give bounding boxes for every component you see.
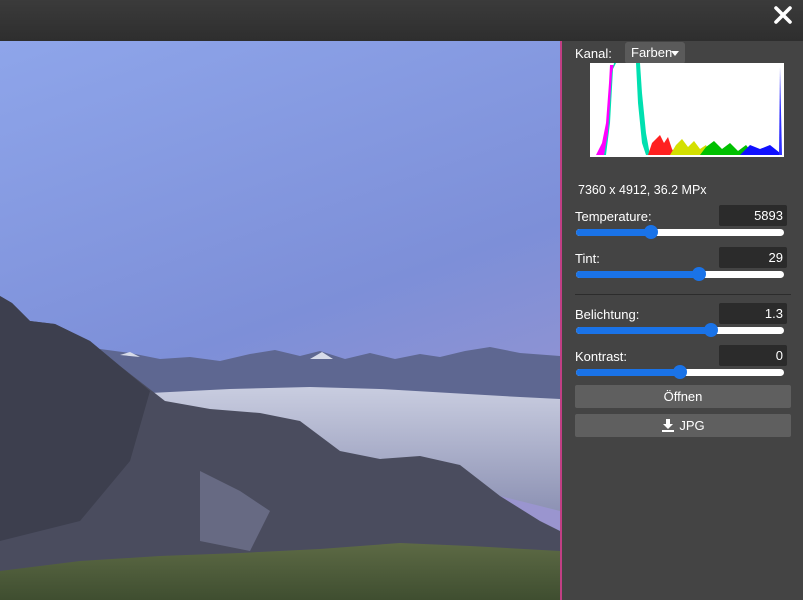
temperature-input[interactable]: 5893: [719, 205, 787, 226]
preview-photo: [0, 41, 560, 600]
close-icon[interactable]: [771, 3, 795, 27]
open-button-label: Öffnen: [663, 389, 703, 404]
exposure-input[interactable]: 1.3: [719, 303, 787, 324]
temperature-label: Temperature:: [575, 209, 652, 224]
channel-label: Kanal:: [575, 46, 612, 61]
image-info: 7360 x 4912, 36.2 MPx: [578, 183, 707, 197]
divider: [575, 294, 791, 295]
histogram: [590, 63, 784, 157]
channel-select[interactable]: Farben: [625, 42, 685, 64]
chevron-down-icon: [671, 51, 679, 56]
exposure-slider[interactable]: [576, 323, 784, 337]
temperature-slider-fill: [576, 229, 651, 236]
tint-slider-fill: [576, 271, 699, 278]
download-icon: [662, 419, 675, 432]
channel-select-value: Farben: [631, 45, 673, 60]
settings-panel: Kanal: Farben 7360 x 4912, 36.2 MPx Temp…: [563, 41, 803, 600]
exposure-slider-thumb[interactable]: [704, 323, 719, 337]
image-preview: [0, 41, 562, 600]
title-bar: [0, 0, 803, 41]
contrast-slider[interactable]: [576, 365, 784, 379]
tint-slider[interactable]: [576, 267, 784, 281]
contrast-input[interactable]: 0: [719, 345, 787, 366]
exposure-slider-fill: [576, 327, 712, 334]
contrast-label: Kontrast:: [575, 349, 628, 364]
tint-input[interactable]: 29: [719, 247, 787, 268]
contrast-slider-thumb[interactable]: [673, 365, 687, 379]
open-button[interactable]: Öffnen: [575, 385, 791, 408]
temperature-slider-thumb[interactable]: [643, 225, 658, 239]
export-jpg-button[interactable]: JPG: [575, 414, 791, 437]
contrast-slider-fill: [576, 369, 680, 376]
tint-label: Tint:: [575, 251, 600, 266]
export-button-label: JPG: [679, 418, 705, 433]
temperature-slider[interactable]: [576, 225, 784, 239]
tint-slider-thumb[interactable]: [691, 267, 706, 281]
exposure-label: Belichtung:: [575, 307, 640, 322]
